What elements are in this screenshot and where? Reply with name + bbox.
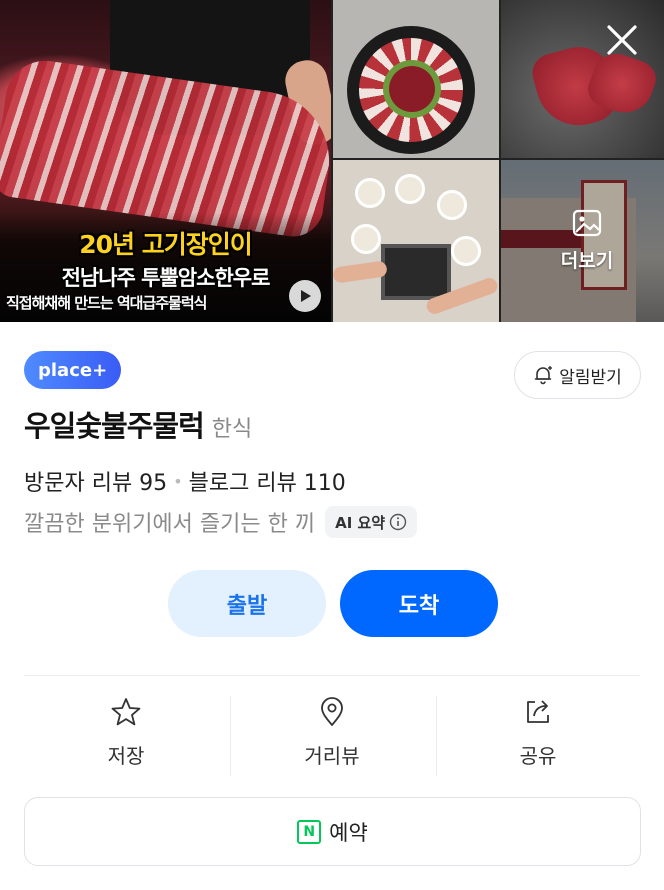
street-view-label: 거리뷰 — [304, 744, 360, 768]
start-route-button[interactable]: 출발 — [168, 570, 326, 637]
arrive-route-button[interactable]: 도착 — [340, 570, 498, 637]
reserve-label: 예약 — [329, 820, 368, 845]
gallery-icon — [572, 209, 602, 237]
caption-line-3: 직접해채해 만드는 역대급주물럭식 — [6, 294, 207, 312]
place-name: 우일숯불주물럭 — [24, 409, 205, 443]
divider — [24, 675, 640, 676]
save-button[interactable]: 저장 — [24, 690, 228, 780]
photo-gallery: 20년 고기장인이 전남나주 투뿔암소한우로 직접해채해 만드는 역대급주물럭식 — [0, 0, 664, 322]
save-label: 저장 — [107, 744, 145, 768]
blog-reviews-link[interactable]: 블로그 리뷰 110 — [189, 465, 346, 497]
caption-line-2: 전남나주 투뿔암소한우로 — [61, 266, 271, 290]
ai-summary-text: 깔끔한 분위기에서 즐기는 한 끼 — [24, 512, 316, 537]
title-row: 우일숯불주물럭 한식 — [24, 403, 252, 445]
play-icon[interactable] — [289, 280, 321, 312]
close-icon — [607, 25, 637, 55]
review-counts: 방문자 리뷰 95 • 블로그 리뷰 110 — [24, 465, 346, 497]
info-icon — [389, 513, 407, 531]
photo-meat-plate[interactable] — [333, 0, 499, 158]
star-icon — [111, 698, 141, 726]
place-category: 한식 — [211, 417, 253, 442]
photo-table-grill[interactable] — [333, 160, 499, 322]
reserve-button[interactable]: N 예약 — [24, 797, 641, 866]
photo-storefront[interactable] — [501, 160, 664, 322]
share-button[interactable]: 공유 — [436, 690, 640, 780]
place-plus-badge: place+ — [24, 351, 122, 389]
naver-booking-icon: N — [297, 819, 322, 844]
visitor-reviews-link[interactable]: 방문자 리뷰 95 — [24, 465, 167, 497]
caption-line-1: 20년 고기장인이 — [79, 230, 253, 259]
share-label: 공유 — [519, 744, 557, 768]
main-photo-video[interactable]: 20년 고기장인이 전남나주 투뿔암소한우로 직접해채해 만드는 역대급주물럭식 — [0, 0, 331, 322]
notify-button[interactable]: 알림받기 — [514, 351, 641, 399]
close-button[interactable] — [602, 20, 642, 60]
separator-dot: • — [173, 471, 183, 491]
bell-icon — [534, 366, 553, 385]
notify-label: 알림받기 — [559, 367, 622, 388]
more-photos-label[interactable]: 더보기 — [556, 246, 618, 273]
ai-summary-label: AI 요약 — [335, 513, 386, 532]
location-pin-icon — [321, 697, 343, 726]
street-view-button[interactable]: 거리뷰 — [230, 690, 434, 780]
summary-row: 깔끔한 분위기에서 즐기는 한 끼 AI 요약 — [24, 506, 418, 538]
share-icon — [527, 700, 549, 723]
ai-summary-chip[interactable]: AI 요약 — [325, 506, 418, 538]
